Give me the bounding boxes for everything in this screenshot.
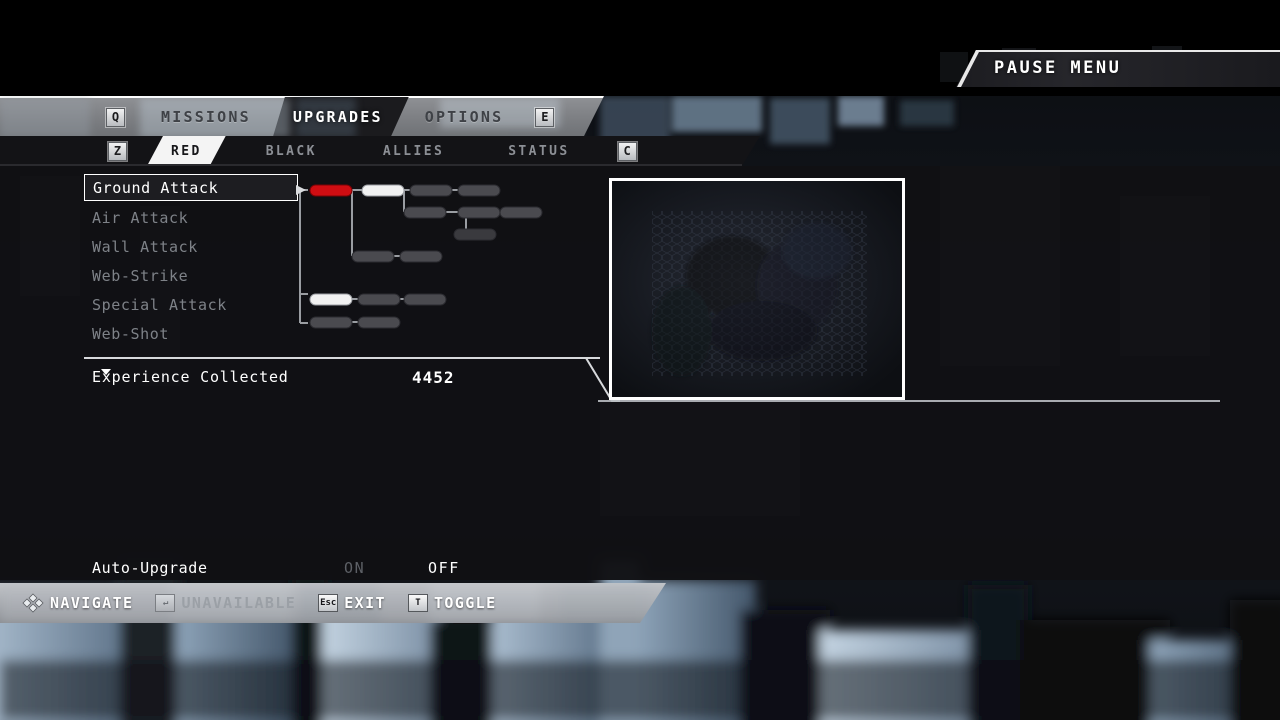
hint-unavailable-label: UNAVAILABLE — [181, 594, 297, 612]
upgrade-node[interactable] — [351, 250, 395, 263]
auto-upgrade-row[interactable]: Auto-Upgrade ON OFF — [0, 556, 600, 586]
upgrade-node[interactable] — [403, 293, 447, 306]
tab-options[interactable]: OPTIONS — [411, 97, 518, 136]
upgrade-node[interactable] — [309, 184, 353, 197]
auto-upgrade-on-option[interactable]: ON — [344, 559, 365, 577]
upgrade-node[interactable] — [357, 293, 401, 306]
prev-subtab-key-badge[interactable]: Z — [108, 141, 127, 161]
tab-missions[interactable]: MISSIONS — [147, 97, 265, 136]
t-key-icon: T — [407, 594, 428, 612]
sub-tabs-row: Z RED BLACK ALLIES STATUS C — [0, 136, 760, 166]
experience-bar: Experience Collected 4452 — [0, 357, 620, 402]
auto-upgrade-label: Auto-Upgrade — [92, 559, 208, 577]
experience-value: 4452 — [412, 368, 455, 387]
hint-exit-label: EXIT — [344, 594, 386, 612]
upgrade-node[interactable] — [361, 184, 405, 197]
upgrade-node[interactable] — [309, 316, 353, 329]
hint-unavailable: ↵ UNAVAILABLE — [155, 594, 296, 612]
upgrade-node[interactable] — [309, 293, 353, 306]
tree-nodes-group[interactable] — [309, 184, 543, 329]
upgrade-node[interactable] — [499, 206, 543, 219]
pause-menu-header: PAUSE MENU — [956, 50, 1280, 87]
upgrade-node[interactable] — [457, 184, 501, 197]
auto-upgrade-off-option[interactable]: OFF — [428, 559, 460, 577]
upgrade-node[interactable] — [357, 316, 401, 329]
experience-label: Experience Collected — [92, 368, 289, 386]
prev-tab-key-badge[interactable]: Q — [106, 107, 125, 127]
enter-key-icon: ↵ — [155, 594, 176, 612]
hint-navigate-label: NAVIGATE — [50, 594, 134, 612]
esc-key-icon: Esc — [318, 594, 339, 612]
sub-tab-bar[interactable]: Z RED BLACK ALLIES STATUS C — [0, 136, 760, 166]
upgrade-node[interactable] — [403, 206, 447, 219]
dpad-icon — [22, 593, 44, 613]
subtab-underline — [0, 164, 742, 166]
upgrade-node[interactable] — [453, 228, 497, 241]
upgrade-tree[interactable] — [0, 166, 600, 366]
experience-right-rule — [598, 400, 1220, 402]
pause-header-bevel-icon — [957, 50, 980, 87]
hint-toggle[interactable]: T TOGGLE — [407, 594, 497, 612]
tab-upgrades[interactable]: UPGRADES — [279, 97, 397, 136]
subtab-red[interactable]: RED — [161, 136, 212, 166]
upgrade-node[interactable] — [457, 206, 501, 219]
experience-top-rule — [84, 357, 600, 359]
upgrade-node[interactable] — [409, 184, 453, 197]
upgrade-preview-panel — [609, 178, 905, 400]
control-hint-bar: NAVIGATE ↵ UNAVAILABLE Esc EXIT T TOGGLE — [0, 583, 666, 623]
hint-toggle-label: TOGGLE — [433, 594, 497, 612]
main-tabs-row: Q MISSIONS UPGRADES OPTIONS E — [0, 98, 604, 136]
hint-navigate[interactable]: NAVIGATE — [22, 593, 133, 613]
next-subtab-key-badge[interactable]: C — [617, 141, 637, 161]
next-tab-key-badge[interactable]: E — [535, 107, 555, 127]
main-tab-bar[interactable]: Q MISSIONS UPGRADES OPTIONS E — [0, 96, 604, 136]
pause-menu-title: PAUSE MENU — [994, 58, 1122, 78]
subtab-allies[interactable]: ALLIES — [373, 136, 454, 166]
subtab-status[interactable]: STATUS — [498, 136, 579, 166]
hint-exit[interactable]: Esc EXIT — [318, 594, 386, 612]
upgrade-node[interactable] — [399, 250, 443, 263]
subtab-black[interactable]: BLACK — [256, 136, 327, 166]
preview-video-still — [612, 181, 902, 397]
